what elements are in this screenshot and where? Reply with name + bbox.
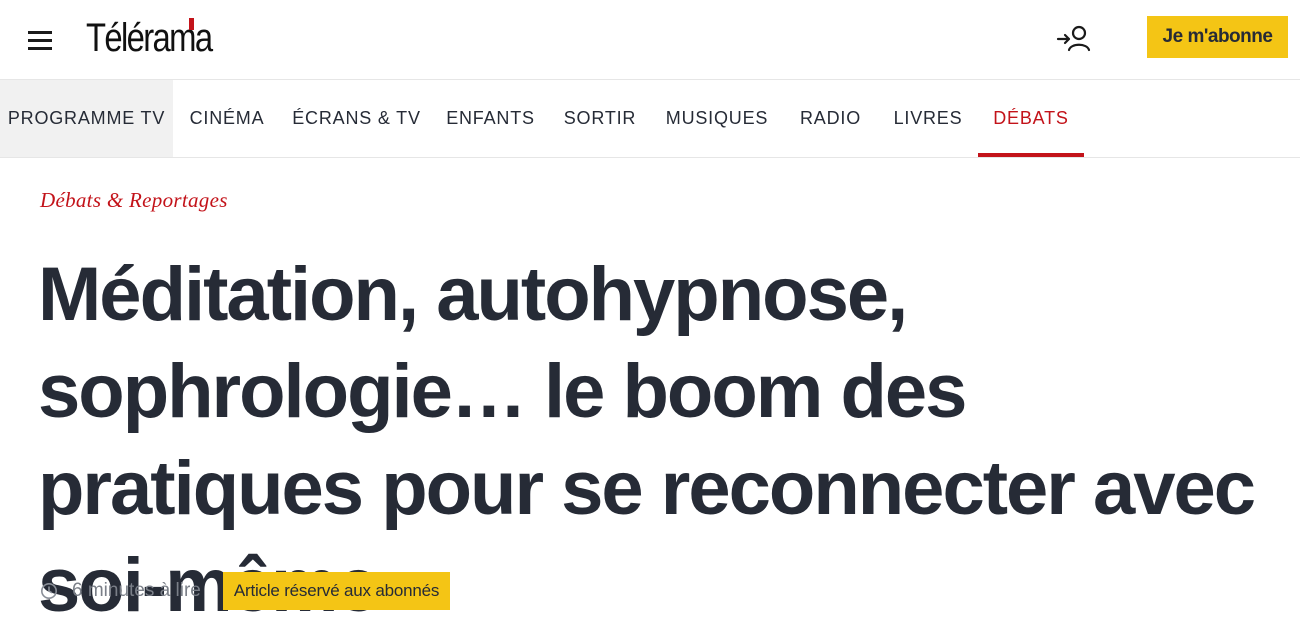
nav-item-sortir[interactable]: SORTIR <box>549 80 651 157</box>
login-user-icon[interactable] <box>1054 20 1094 56</box>
subscriber-only-badge: Article réservé aux abonnés <box>222 572 451 610</box>
site-logo[interactable]: Télérama <box>86 12 239 64</box>
logo-accent-mark <box>189 18 194 30</box>
clock-icon <box>41 583 57 599</box>
article-section-link[interactable]: Débats & Reportages <box>40 188 228 213</box>
read-time: 6 minutes à lire <box>72 580 201 601</box>
main-nav: PROGRAMME TV CINÉMA ÉCRANS & TV ENFANTS … <box>0 80 1300 158</box>
nav-item-cinema[interactable]: CINÉMA <box>173 80 281 157</box>
top-header: Télérama Je m'abonne <box>0 0 1300 80</box>
login-user-icon-svg <box>1056 25 1091 52</box>
nav-item-livres[interactable]: LIVRES <box>878 80 978 157</box>
nav-item-programme-tv[interactable]: PROGRAMME TV <box>0 80 173 157</box>
nav-item-debats[interactable]: DÉBATS <box>978 80 1084 157</box>
menu-bar <box>28 30 52 34</box>
nav-item-ecrans-tv[interactable]: ÉCRANS & TV <box>281 80 432 157</box>
nav-item-musiques[interactable]: MUSIQUES <box>651 80 783 157</box>
nav-item-enfants[interactable]: ENFANTS <box>432 80 549 157</box>
menu-bar <box>28 46 52 50</box>
menu-bar <box>28 38 52 42</box>
subscribe-button[interactable]: Je m'abonne <box>1147 16 1288 58</box>
menu-icon[interactable] <box>24 24 56 56</box>
article-meta: 6 minutes à lire Article réservé aux abo… <box>40 572 451 610</box>
nav-item-radio[interactable]: RADIO <box>783 80 878 157</box>
